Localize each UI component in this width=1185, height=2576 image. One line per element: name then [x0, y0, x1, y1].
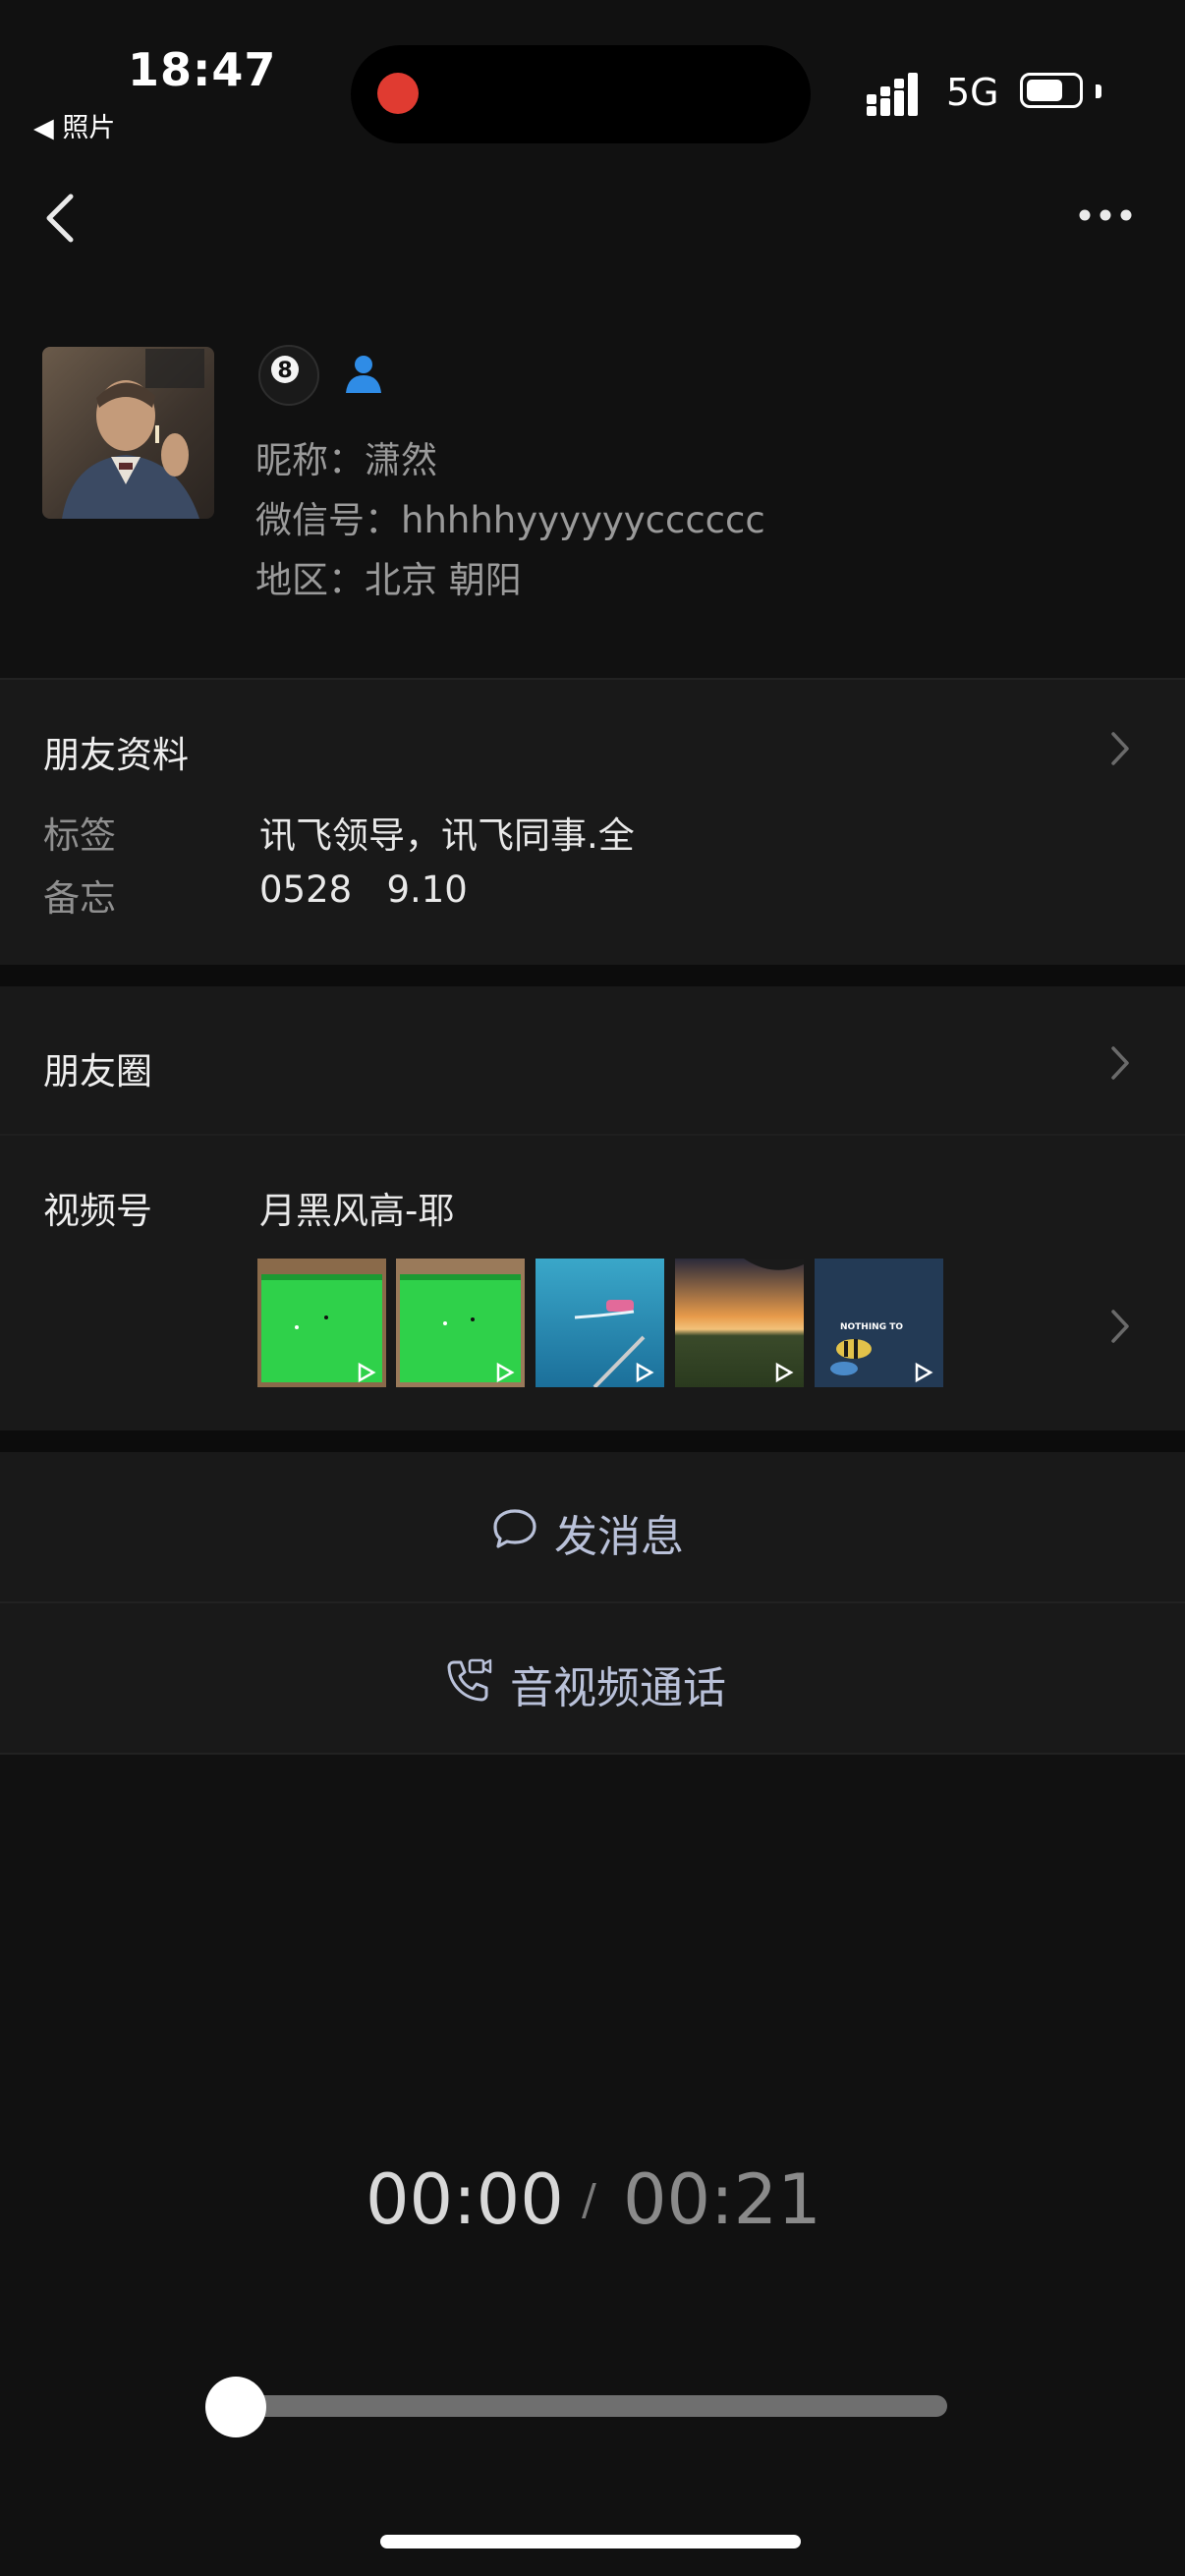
channels-name: 月黑风高-耶 — [259, 1190, 455, 1232]
svg-text:8: 8 — [277, 359, 292, 383]
tags-label: 标签 — [43, 814, 116, 857]
av-call-button[interactable]: 音视频通话 — [0, 1603, 1185, 1753]
progress-knob[interactable] — [205, 2377, 266, 2437]
battery-icon — [1020, 73, 1083, 108]
avatar[interactable] — [42, 347, 214, 519]
thumb-snooker-2[interactable] — [396, 1259, 525, 1387]
send-message-button[interactable]: 发消息 — [0, 1452, 1185, 1601]
thumb-snooker-1[interactable] — [257, 1259, 386, 1387]
network-type: 5G — [946, 71, 999, 114]
tags-value: 讯飞领导，讯飞同事.全 — [259, 814, 635, 857]
time-separator: / — [582, 2175, 596, 2225]
thumb-boat[interactable] — [536, 1259, 664, 1387]
send-message-label: 发消息 — [554, 1512, 684, 1562]
battery-tip — [1096, 84, 1101, 98]
phone-video-icon — [447, 1658, 492, 1702]
status-time: 18:47 — [128, 43, 277, 96]
moments-row[interactable]: 朋友圈 — [0, 986, 1185, 1134]
status-back-label: 照片 — [62, 113, 116, 143]
chevron-right-icon — [1111, 732, 1129, 765]
time-total: 00:21 — [623, 2159, 821, 2240]
nickname: 昵称：潇然 — [255, 439, 437, 481]
back-triangle-icon: ◀ — [33, 113, 54, 143]
home-indicator[interactable] — [380, 2535, 801, 2548]
remark-value: 0528 9.10 — [259, 868, 468, 911]
progress-track[interactable] — [234, 2395, 947, 2417]
section-gap — [0, 965, 1185, 986]
wechat-id: 微信号：hhhhhyyyyyycccccc — [255, 499, 765, 541]
eight-ball-icon: 8 — [258, 345, 319, 406]
recording-indicator-icon — [377, 73, 419, 114]
thumb-sunset[interactable] — [675, 1259, 804, 1387]
person-icon — [346, 356, 381, 393]
divider — [0, 1753, 1185, 1755]
chat-bubble-icon — [493, 1509, 536, 1548]
friend-info-section[interactable]: 朋友资料 标签 讯飞领导，讯飞同事.全 备忘 0528 9.10 — [0, 680, 1185, 965]
av-call-label: 音视频通话 — [510, 1663, 726, 1713]
more-dots-icon[interactable] — [1079, 208, 1132, 222]
section-gap — [0, 1430, 1185, 1452]
chevron-right-icon — [1111, 1046, 1129, 1080]
chevron-left-icon[interactable] — [43, 193, 75, 244]
thumb-caption: NOTHING TO — [840, 1322, 903, 1332]
status-back-to-app[interactable]: ◀ 照片 — [33, 106, 115, 144]
moments-title: 朋友圈 — [43, 1050, 152, 1092]
remark-label: 备忘 — [43, 877, 116, 920]
chevron-right-icon — [1111, 1310, 1129, 1343]
thumb-fish[interactable]: NOTHING TO — [815, 1259, 943, 1387]
channels-title: 视频号 — [43, 1190, 152, 1232]
cellular-signal-icon — [867, 73, 918, 116]
region: 地区：北京 朝阳 — [255, 559, 522, 601]
dynamic-island — [351, 45, 811, 143]
time-current: 00:00 — [366, 2159, 564, 2240]
friend-info-title: 朋友资料 — [43, 734, 189, 776]
